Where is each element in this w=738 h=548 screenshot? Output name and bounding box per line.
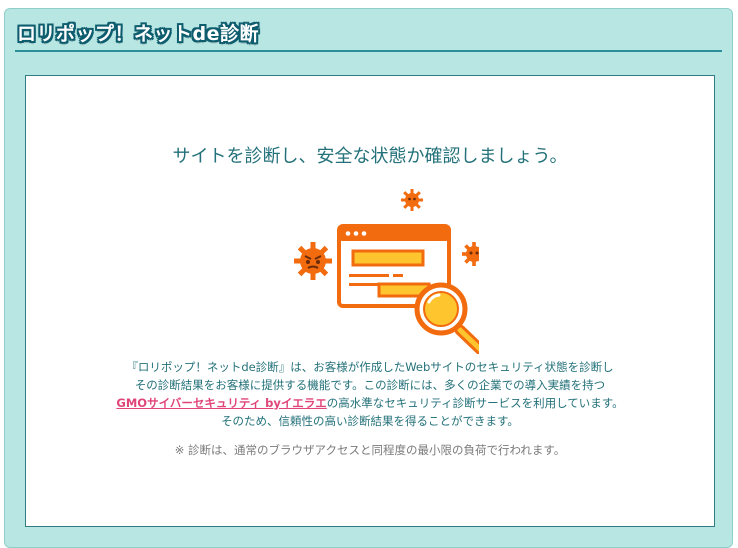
description-line: そのため、信頼性の高い診断結果を得ることができます。 bbox=[221, 414, 519, 428]
description-line: その診断結果をお客様に提供する機能です。この診断には、多くの企業での導入実績を持… bbox=[134, 378, 606, 392]
intro-card: サイトを診断し、安全な状態か確認しましょう。 『ロリポップ！ネットde診断』は、… bbox=[25, 75, 715, 527]
magnifier-icon bbox=[414, 282, 479, 354]
description-line-tail: の高水準なセキュリティ診断サービスを利用しています。 bbox=[326, 396, 624, 410]
service-description: 『ロリポップ！ネットde診断』は、お客様が作成したWebサイトのセキュリティ状態… bbox=[26, 358, 714, 430]
virus-icon bbox=[294, 242, 332, 280]
gmo-cybersecurity-link[interactable]: GMOサイバーセキュリティ byイエラエ bbox=[116, 396, 326, 410]
description-line: 『ロリポップ！ネットde診断』は、お客様が作成したWebサイトのセキュリティ状態… bbox=[126, 360, 614, 374]
load-notice: ※ 診断は、通常のブラウザアクセスと同程度の最小限の負荷で行われます。 bbox=[174, 443, 566, 457]
description-line: GMOサイバーセキュリティ byイエラエの高水準なセキュリティ診断サービスを利用… bbox=[26, 394, 714, 412]
title-divider bbox=[15, 50, 722, 52]
website-scan-illustration bbox=[294, 189, 479, 354]
card-headline: サイトを診断し、安全な状態か確認しましょう。 bbox=[172, 146, 568, 167]
virus-icon bbox=[401, 189, 423, 211]
panel-title: ロリポップ！ネットde診断 bbox=[17, 23, 259, 45]
diagnosis-panel: ロリポップ！ネットde診断 サイトを診断し、安全な状態か確認しましょう。 『ロリ… bbox=[4, 8, 733, 548]
virus-icon bbox=[462, 242, 479, 266]
